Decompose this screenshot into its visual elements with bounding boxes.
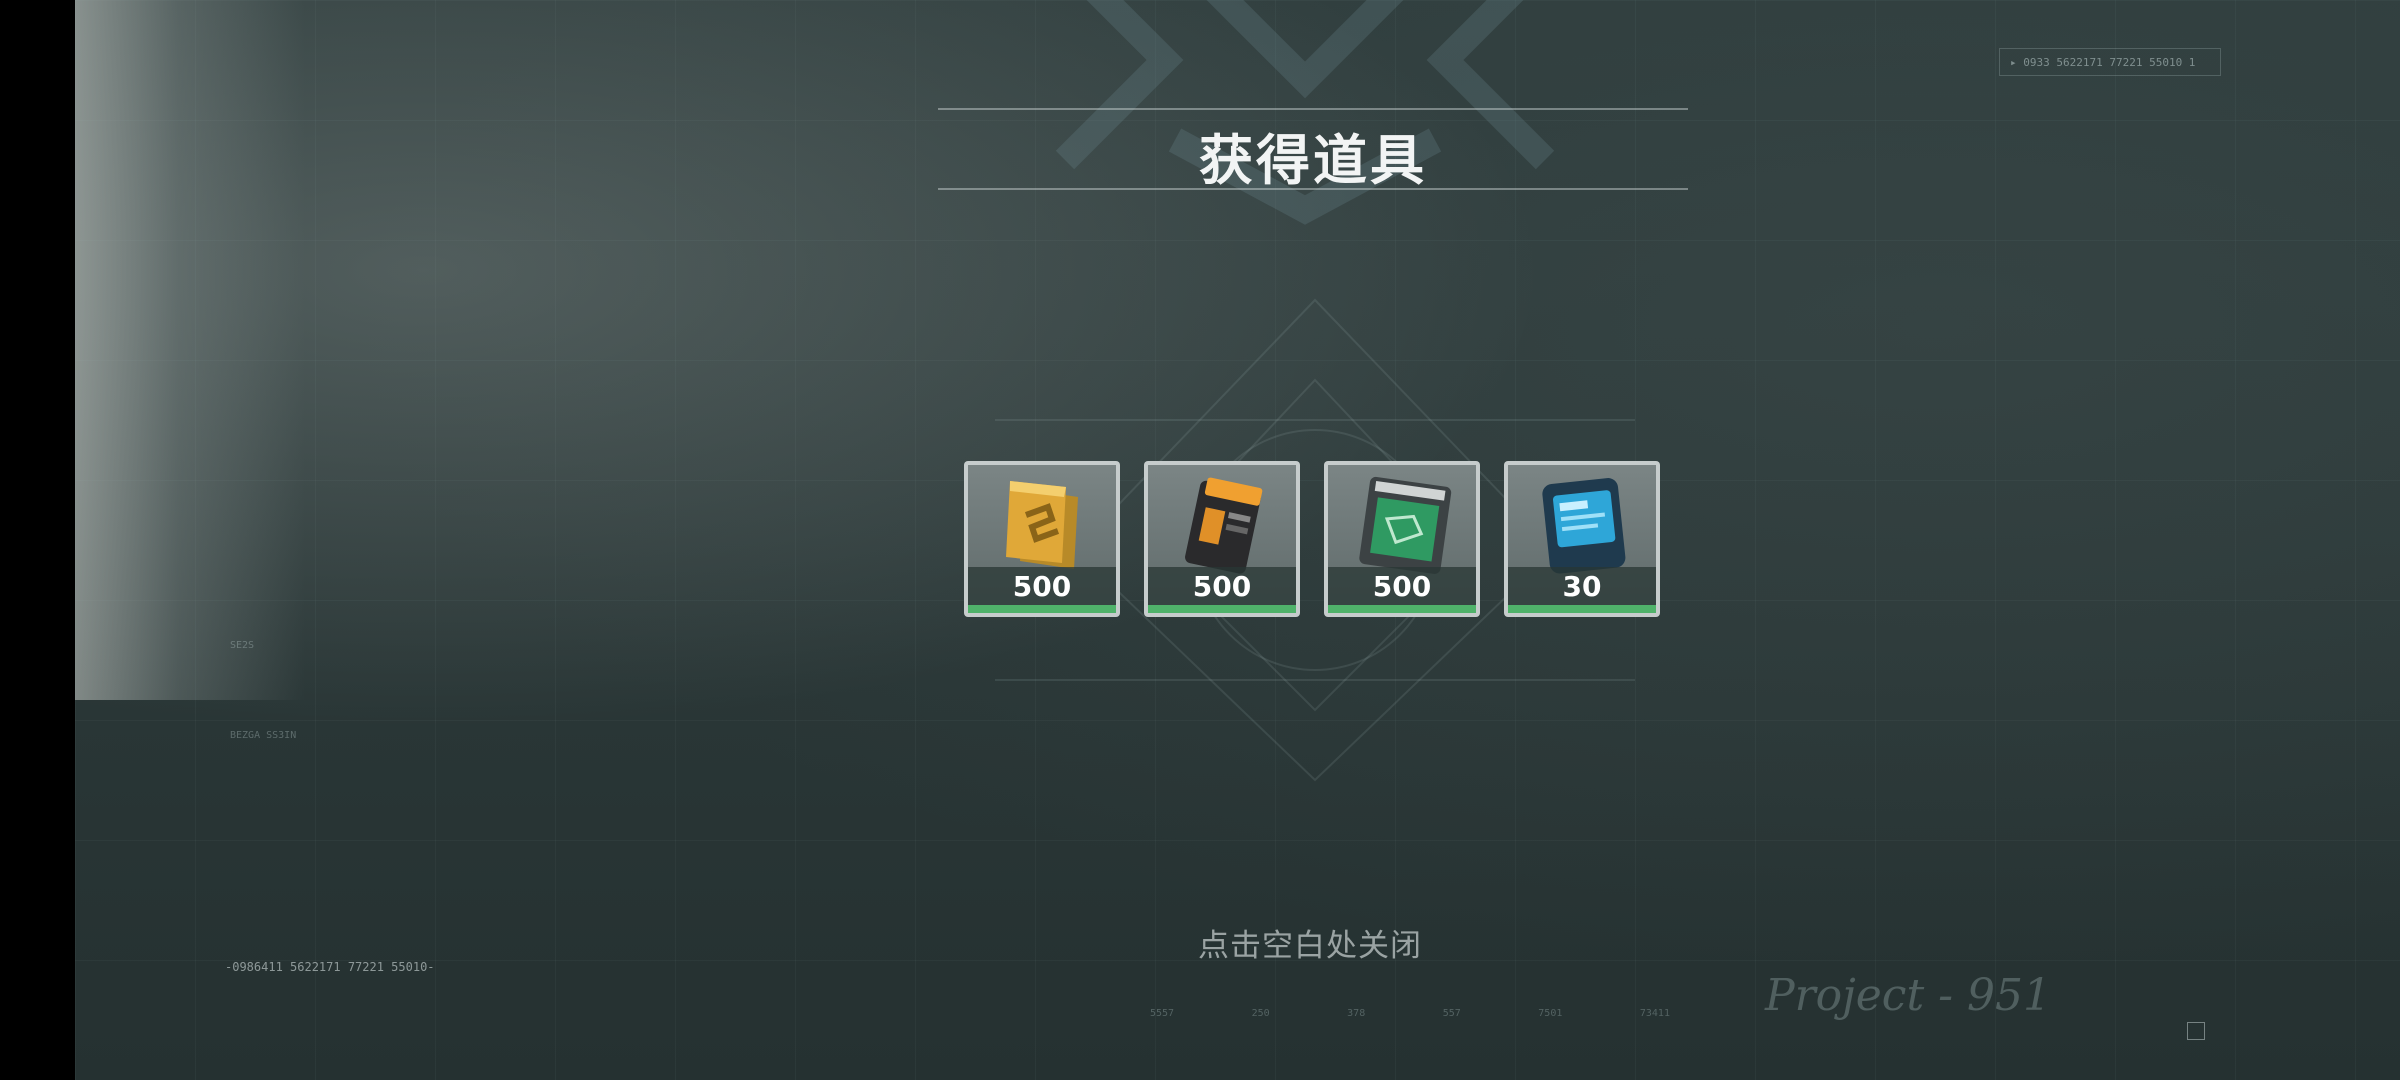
bottom-number: 557 (1442, 1008, 1461, 1019)
item-rarity-bar (1328, 605, 1476, 613)
gold-credit-bars-icon (1006, 481, 1078, 569)
bottom-number: 250 (1251, 1008, 1270, 1019)
reward-item[interactable]: 500 (964, 461, 1120, 617)
item-rarity-bar (968, 605, 1116, 613)
reward-popup-screen[interactable]: ▸ 0933 5622171 77221 55010 1 SE2S BEZGA … (75, 0, 2400, 1080)
orange-data-card-icon (1185, 477, 1263, 574)
item-count: 500 (1192, 570, 1252, 603)
bottom-number: 7501 (1538, 1008, 1563, 1019)
blue-exia-module-icon (1542, 478, 1626, 574)
project-signature: Project - 951 (1765, 970, 2051, 1021)
bottom-number: 378 (1347, 1008, 1366, 1019)
item-rarity-bar (1148, 605, 1296, 613)
reward-item[interactable]: 500 (1324, 461, 1480, 617)
left-serial-code: -0986411 5622171 77221 55010- (225, 960, 435, 974)
corner-expand-icon (2187, 1022, 2205, 1040)
tap-to-close-hint[interactable]: 点击空白处关闭 (1105, 920, 1515, 965)
item-count: 500 (1372, 570, 1432, 603)
title-divider-top (938, 108, 1688, 110)
bottom-number: 73411 (1639, 1008, 1670, 1019)
bottom-number: 5557 (1150, 1008, 1175, 1019)
item-count: 30 (1562, 570, 1602, 603)
reward-item[interactable]: 500 (1144, 461, 1300, 617)
title-divider-bottom (938, 188, 1688, 190)
popup-title: 获得道具 (1199, 129, 1427, 192)
item-count: 500 (1012, 570, 1072, 603)
left-deco-label: SE2S (230, 640, 255, 651)
green-blueprint-cartridge-icon (1359, 476, 1452, 574)
top-serial-code: ▸ 0933 5622171 77221 55010 1 (1999, 48, 2221, 76)
reward-item[interactable]: 30 (1504, 461, 1660, 617)
popup-title-block: 获得道具 (938, 108, 1688, 192)
left-deco-label: BEZGA SS3IN (230, 730, 297, 741)
item-rarity-bar (1508, 605, 1656, 613)
bottom-number-strip: 5557 250 378 557 7501 73411 (1150, 1008, 1670, 1019)
